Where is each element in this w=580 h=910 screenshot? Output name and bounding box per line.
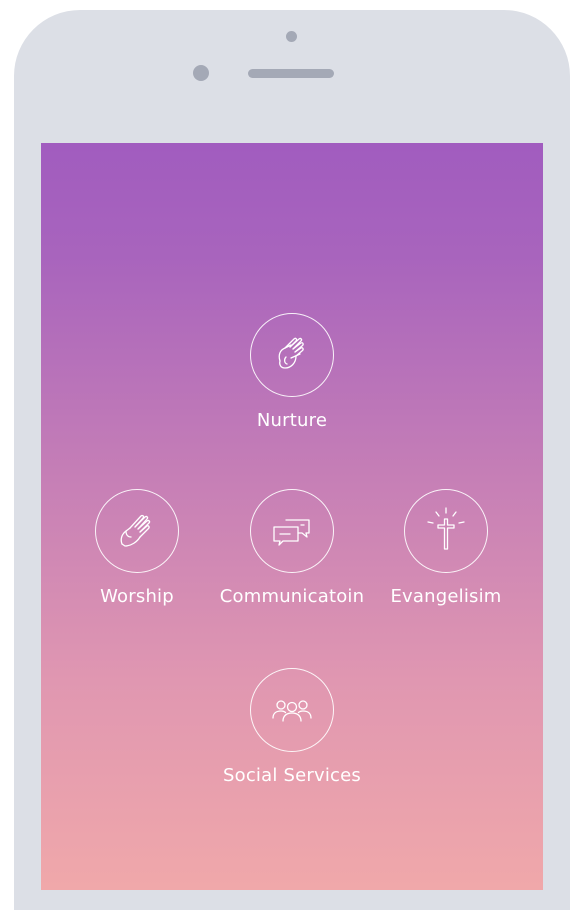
earpiece-speaker bbox=[248, 69, 334, 78]
clasped-hands-icon bbox=[278, 337, 304, 369]
menu-item-evangelism[interactable]: Evangelisim bbox=[361, 489, 531, 607]
communication-icon-circle[interactable] bbox=[250, 489, 334, 573]
evangelism-icon-circle[interactable] bbox=[404, 489, 488, 573]
front-camera bbox=[193, 65, 209, 81]
menu-item-communication[interactable]: Communicatoin bbox=[207, 489, 377, 607]
praying-hands-icon bbox=[120, 514, 151, 547]
evangelism-label[interactable]: Evangelisim bbox=[361, 586, 531, 607]
communication-label[interactable]: Communicatoin bbox=[207, 586, 377, 607]
nurture-label[interactable]: Nurture bbox=[207, 410, 377, 431]
worship-label[interactable]: Worship bbox=[52, 586, 222, 607]
social-services-icon-circle[interactable] bbox=[250, 668, 334, 752]
menu-item-social-services[interactable]: Social Services bbox=[207, 668, 377, 786]
cross-icon bbox=[427, 507, 465, 550]
menu-item-worship[interactable]: Worship bbox=[52, 489, 222, 607]
worship-icon-circle[interactable] bbox=[95, 489, 179, 573]
front-sensor-dot bbox=[286, 31, 297, 42]
nurture-icon-circle[interactable] bbox=[250, 313, 334, 397]
menu-item-nurture[interactable]: Nurture bbox=[207, 313, 377, 431]
people-group-icon bbox=[272, 700, 312, 722]
social-services-label[interactable]: Social Services bbox=[207, 765, 377, 786]
chat-bubbles-icon bbox=[273, 519, 310, 546]
app-screen: Nurture Worship Communicatoin Evangelisi… bbox=[41, 143, 543, 890]
